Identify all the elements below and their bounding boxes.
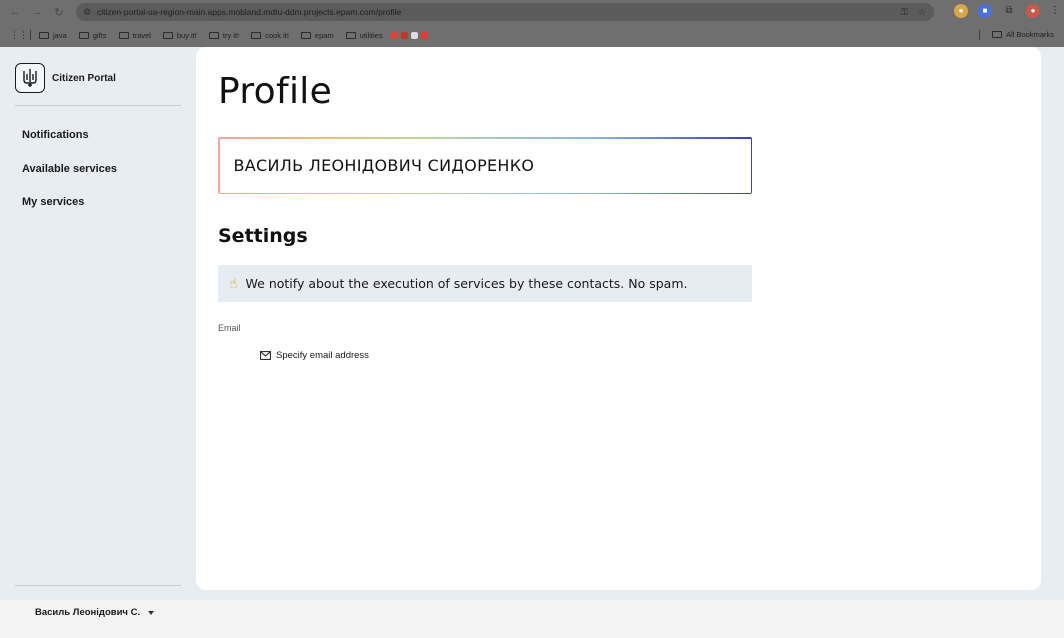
address-bar[interactable]: ⚙ citizen-portal-ua-region-main.apps.mob… (76, 3, 934, 21)
specify-email-label: Specify email address (276, 350, 369, 361)
bookmark-label: travel (132, 30, 151, 40)
sidebar-divider (15, 585, 181, 586)
caret-down-icon (148, 610, 155, 615)
bookmark-label: gifts (92, 30, 107, 40)
bookmark-folder[interactable]: utilities (345, 30, 383, 40)
forward-icon[interactable]: → (26, 6, 48, 18)
main-content: Profile ВАСИЛЬ ЛЕОНІДОВИЧ СИДОРЕНКО Sett… (196, 47, 1041, 590)
bookmark-label: try it! (222, 30, 240, 40)
user-menu[interactable]: Василь Леонідович С. (35, 607, 155, 618)
notice-text: We notify about the execution of service… (245, 276, 688, 291)
bookmark-favicon-icon[interactable] (390, 31, 398, 39)
footer: Василь Леонідович С. (0, 600, 1064, 638)
mail-icon (260, 351, 271, 360)
bookmark-folder[interactable]: buy it! (162, 30, 197, 40)
folder-icon (300, 31, 311, 39)
sidebar: Citizen Portal Notifications Available s… (0, 47, 196, 600)
sidebar-item-notifications[interactable]: Notifications (22, 129, 117, 163)
all-bookmarks-button[interactable]: All Bookmarks (992, 30, 1054, 39)
notice-banner: ☝ We notify about the execution of servi… (218, 265, 752, 302)
bookmark-favicon-icon[interactable] (400, 31, 408, 39)
folder-icon (251, 31, 262, 39)
menu-kebab-icon[interactable]: ⋮ (1050, 4, 1060, 18)
bookmark-label: utilities (359, 30, 383, 40)
sidebar-nav: Notifications Available services My serv… (22, 129, 117, 230)
bookmark-label: java (53, 30, 67, 40)
back-icon[interactable]: ← (4, 6, 26, 18)
site-settings-icon[interactable]: ⚙ (81, 6, 93, 18)
extensions-puzzle-icon[interactable]: ⧉ (1002, 4, 1016, 18)
extension-icon[interactable]: ● (954, 4, 968, 18)
folder-icon (39, 31, 49, 39)
user-name: Василь Леонідович С. (35, 607, 141, 618)
sidebar-item-my-services[interactable]: My services (22, 196, 117, 230)
name-card: ВАСИЛЬ ЛЕОНІДОВИЧ СИДОРЕНКО (218, 137, 752, 194)
sidebar-divider (15, 105, 181, 106)
page-title: Profile (218, 71, 333, 112)
bookmark-label: buy it! (176, 30, 197, 40)
bookmark-label: epam (314, 30, 334, 40)
reload-icon[interactable]: ↻ (48, 6, 70, 19)
bookmarks-bar: ⋮⋮ java gifts travel buy it! try it! coo… (0, 26, 1064, 44)
folder-icon (118, 31, 129, 39)
extension-icon[interactable]: ■ (978, 4, 992, 18)
brand[interactable]: Citizen Portal (15, 63, 116, 93)
bookmark-folder[interactable]: gifts (78, 30, 107, 40)
full-name: ВАСИЛЬ ЛЕОНІДОВИЧ СИДОРЕНКО (233, 156, 535, 175)
folder-icon (78, 31, 89, 39)
folder-icon (345, 31, 356, 39)
bookmark-folder[interactable]: epam (300, 30, 334, 40)
browser-chrome: ← → ↻ ⚙ citizen-portal-ua-region-main.ap… (0, 0, 1064, 47)
pointing-finger-icon: ☝ (229, 275, 238, 291)
sidebar-item-available-services[interactable]: Available services (22, 163, 117, 197)
bookmarks-divider (979, 30, 980, 40)
star-icon[interactable]: ☆ (918, 7, 926, 18)
bookmark-folder[interactable]: cook it! (251, 31, 289, 40)
browser-toolbar: ← → ↻ ⚙ citizen-portal-ua-region-main.ap… (0, 0, 1064, 24)
name-card-inner: ВАСИЛЬ ЛЕОНІДОВИЧ СИДОРЕНКО (219, 138, 751, 193)
key-icon[interactable]: ⚿ (901, 7, 908, 18)
bookmark-folder[interactable]: travel (118, 30, 151, 40)
email-label: Email (218, 323, 241, 333)
url-text[interactable]: citizen-portal-ua-region-main.apps.mobla… (97, 7, 401, 17)
profile-avatar-icon[interactable]: ● (1026, 4, 1040, 18)
bookmark-label: cook it! (265, 30, 289, 40)
all-bookmarks-label: All Bookmarks (1006, 30, 1054, 39)
bookmarks-divider (30, 30, 31, 40)
folder-icon (208, 31, 219, 39)
folder-icon (992, 31, 1003, 38)
bookmark-folder[interactable]: try it! (208, 30, 240, 40)
apps-grid-icon[interactable]: ⋮⋮ (10, 30, 28, 41)
brand-name: Citizen Portal (52, 72, 116, 84)
bookmark-folder[interactable]: java (39, 31, 67, 40)
bookmark-favicon-icon[interactable] (420, 31, 428, 39)
specify-email-button[interactable]: Specify email address (260, 350, 369, 361)
folder-icon (162, 31, 173, 39)
bookmark-favicons (390, 31, 428, 39)
settings-heading: Settings (218, 225, 308, 247)
bookmark-favicon-icon[interactable] (410, 31, 418, 39)
trident-logo-icon (15, 63, 45, 93)
